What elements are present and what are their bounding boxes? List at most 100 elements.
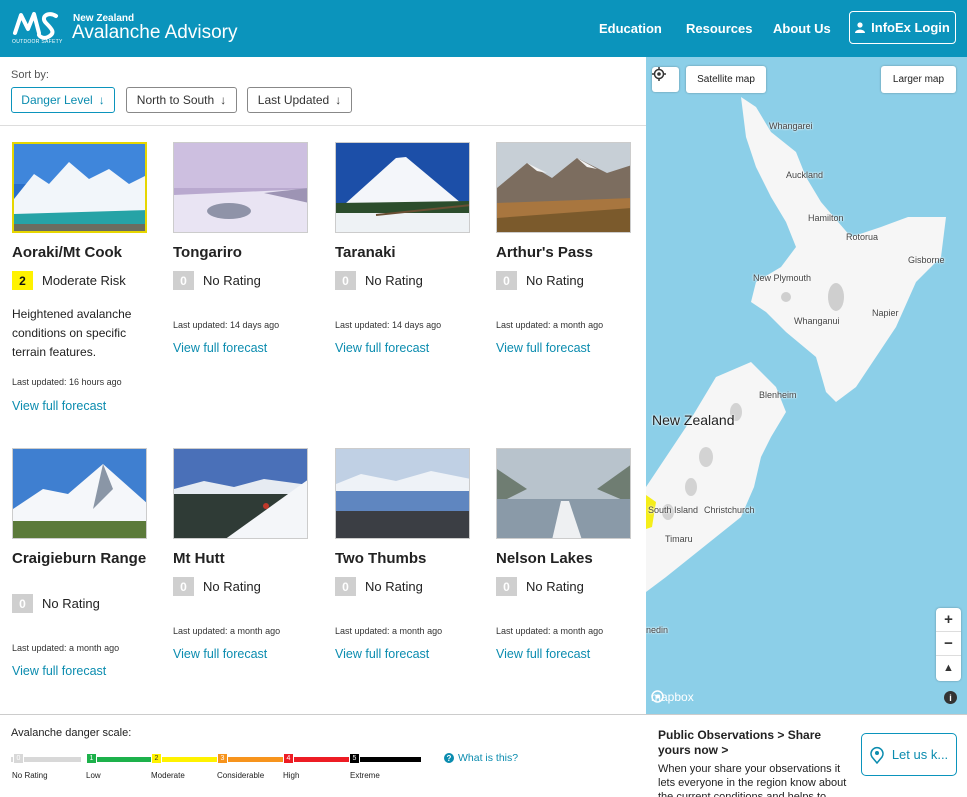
locate-button[interactable] — [652, 67, 679, 92]
crosshair-icon — [652, 67, 666, 81]
region-name[interactable]: Taranaki — [335, 244, 475, 261]
region-description: Heightened avalanche conditions on speci… — [12, 307, 132, 359]
region-name[interactable]: Two Thumbs — [335, 550, 475, 567]
danger-rating: 0 No Rating — [12, 594, 100, 613]
view-forecast-link[interactable]: View full forecast — [496, 647, 590, 661]
mapbox-logo-icon — [651, 690, 664, 703]
region-name[interactable]: Mt Hutt — [173, 550, 313, 567]
what-is-this-label: What is this? — [458, 752, 519, 764]
region-photo[interactable] — [496, 142, 631, 233]
danger-rating: 0 No Rating — [335, 271, 423, 290]
larger-map-button[interactable]: Larger map — [881, 66, 956, 93]
satellite-map-button[interactable]: Satellite map — [686, 66, 766, 93]
compass-button[interactable]: ▲ — [936, 656, 961, 680]
scale-label: Considerable — [217, 771, 265, 780]
nav-education[interactable]: Education — [599, 0, 662, 57]
region-name[interactable]: Arthur's Pass — [496, 244, 636, 261]
scale-number: 3 — [217, 753, 228, 764]
user-icon — [855, 22, 866, 33]
nav-about-us[interactable]: About Us — [773, 0, 831, 57]
danger-rating-text: No Rating — [203, 579, 261, 594]
sort-last-updated-button[interactable]: Last Updated ↓ — [247, 87, 352, 113]
danger-level-badge: 0 — [335, 271, 356, 290]
view-forecast-link[interactable]: View full forecast — [12, 664, 106, 678]
view-forecast-link[interactable]: View full forecast — [173, 341, 267, 355]
region-photo[interactable] — [12, 142, 147, 233]
last-updated: Last updated: a month ago — [496, 320, 604, 330]
map-label-south-island: South Island — [648, 505, 699, 515]
map-label-new-plymouth: New Plymouth — [753, 273, 812, 283]
danger-rating: 2 Moderate Risk — [12, 271, 126, 290]
scale-label: Moderate — [151, 771, 185, 780]
scale-number: 1 — [86, 753, 97, 764]
region-photo[interactable] — [173, 142, 308, 233]
region-photo[interactable] — [173, 448, 308, 539]
danger-rating-text: No Rating — [365, 273, 423, 288]
danger-level-badge: 0 — [335, 577, 356, 596]
region-name[interactable]: Aoraki/Mt Cook — [12, 244, 152, 261]
scale-number: 2 — [151, 753, 162, 764]
danger-level-badge: 2 — [12, 271, 33, 290]
last-updated: Last updated: a month ago — [496, 626, 604, 636]
sort-button-label: North to South — [136, 93, 215, 107]
site-header: OUTDOOR SAFETY New Zealand Avalanche Adv… — [0, 0, 967, 57]
what-is-this-link[interactable]: ? What is this? — [444, 752, 518, 764]
login-label: InfoEx Login — [871, 20, 950, 35]
danger-rating: 0 No Rating — [496, 577, 584, 596]
region-map[interactable]: Satellite map Larger map Whangarei Auckl… — [646, 57, 967, 714]
region-photo[interactable] — [335, 448, 470, 539]
nav-resources[interactable]: Resources — [686, 0, 752, 57]
danger-rating-text: No Rating — [526, 579, 584, 594]
zoom-out-button[interactable]: − — [936, 632, 961, 656]
view-forecast-link[interactable]: View full forecast — [335, 341, 429, 355]
let-us-know-button[interactable]: Let us k... — [861, 733, 957, 776]
last-updated: Last updated: a month ago — [335, 626, 443, 636]
sort-danger-level-button[interactable]: Danger Level ↓ — [11, 87, 115, 113]
last-updated: Last updated: 14 days ago — [173, 320, 280, 330]
view-forecast-link[interactable]: View full forecast — [496, 341, 590, 355]
region-photo[interactable] — [335, 142, 470, 233]
infoex-login-button[interactable]: InfoEx Login — [849, 11, 956, 44]
danger-level-badge: 0 — [12, 594, 33, 613]
danger-level-badge: 0 — [496, 577, 517, 596]
scale-number: 5 — [349, 753, 360, 764]
region-photo[interactable] — [496, 448, 631, 539]
scale-label: Extreme — [350, 771, 380, 780]
map-label-blenheim: Blenheim — [759, 390, 797, 400]
last-updated: Last updated: 16 hours ago — [12, 377, 122, 387]
scale-label: Low — [86, 771, 101, 780]
last-updated: Last updated: a month ago — [173, 626, 281, 636]
view-forecast-link[interactable]: View full forecast — [12, 399, 106, 413]
view-forecast-link[interactable]: View full forecast — [173, 647, 267, 661]
scale-label: High — [283, 771, 300, 780]
brand-title[interactable]: Avalanche Advisory — [72, 22, 237, 44]
zoom-in-button[interactable]: + — [936, 608, 961, 632]
view-forecast-link[interactable]: View full forecast — [335, 647, 429, 661]
last-updated: Last updated: 14 days ago — [335, 320, 442, 330]
sort-north-south-button[interactable]: North to South ↓ — [126, 87, 237, 113]
mapbox-attribution[interactable]: mapbox — [651, 690, 694, 704]
region-photo[interactable] — [12, 448, 147, 539]
danger-rating: 0 No Rating — [496, 271, 584, 290]
region-name[interactable]: Nelson Lakes — [496, 550, 636, 567]
region-name[interactable]: Craigieburn Range — [12, 550, 152, 567]
new-zealand-map[interactable] — [646, 57, 967, 714]
danger-scale-title: Avalanche danger scale: — [11, 727, 132, 739]
danger-level-badge: 0 — [173, 271, 194, 290]
scale-number: 0 — [13, 753, 24, 764]
danger-rating-text: No Rating — [42, 596, 100, 611]
map-label-new-zealand: New Zealand — [652, 412, 735, 428]
sort-button-label: Last Updated — [257, 93, 330, 107]
danger-rating-text: No Rating — [203, 273, 261, 288]
observations-description: When your share your observations it let… — [658, 763, 847, 797]
logo-subtitle: OUTDOOR SAFETY — [12, 39, 63, 45]
let-us-know-label: Let us k... — [891, 747, 949, 762]
danger-rating: 0 No Rating — [173, 577, 261, 596]
region-name[interactable]: Tongariro — [173, 244, 313, 261]
map-label-dunedin: nedin — [646, 625, 669, 635]
scale-label: No Rating — [12, 771, 48, 780]
public-observations-link[interactable]: Public Observations > Share yours now > — [658, 728, 833, 758]
map-info-button[interactable]: i — [944, 691, 957, 704]
divider — [0, 714, 967, 715]
map-label-timaru: Timaru — [665, 534, 693, 544]
